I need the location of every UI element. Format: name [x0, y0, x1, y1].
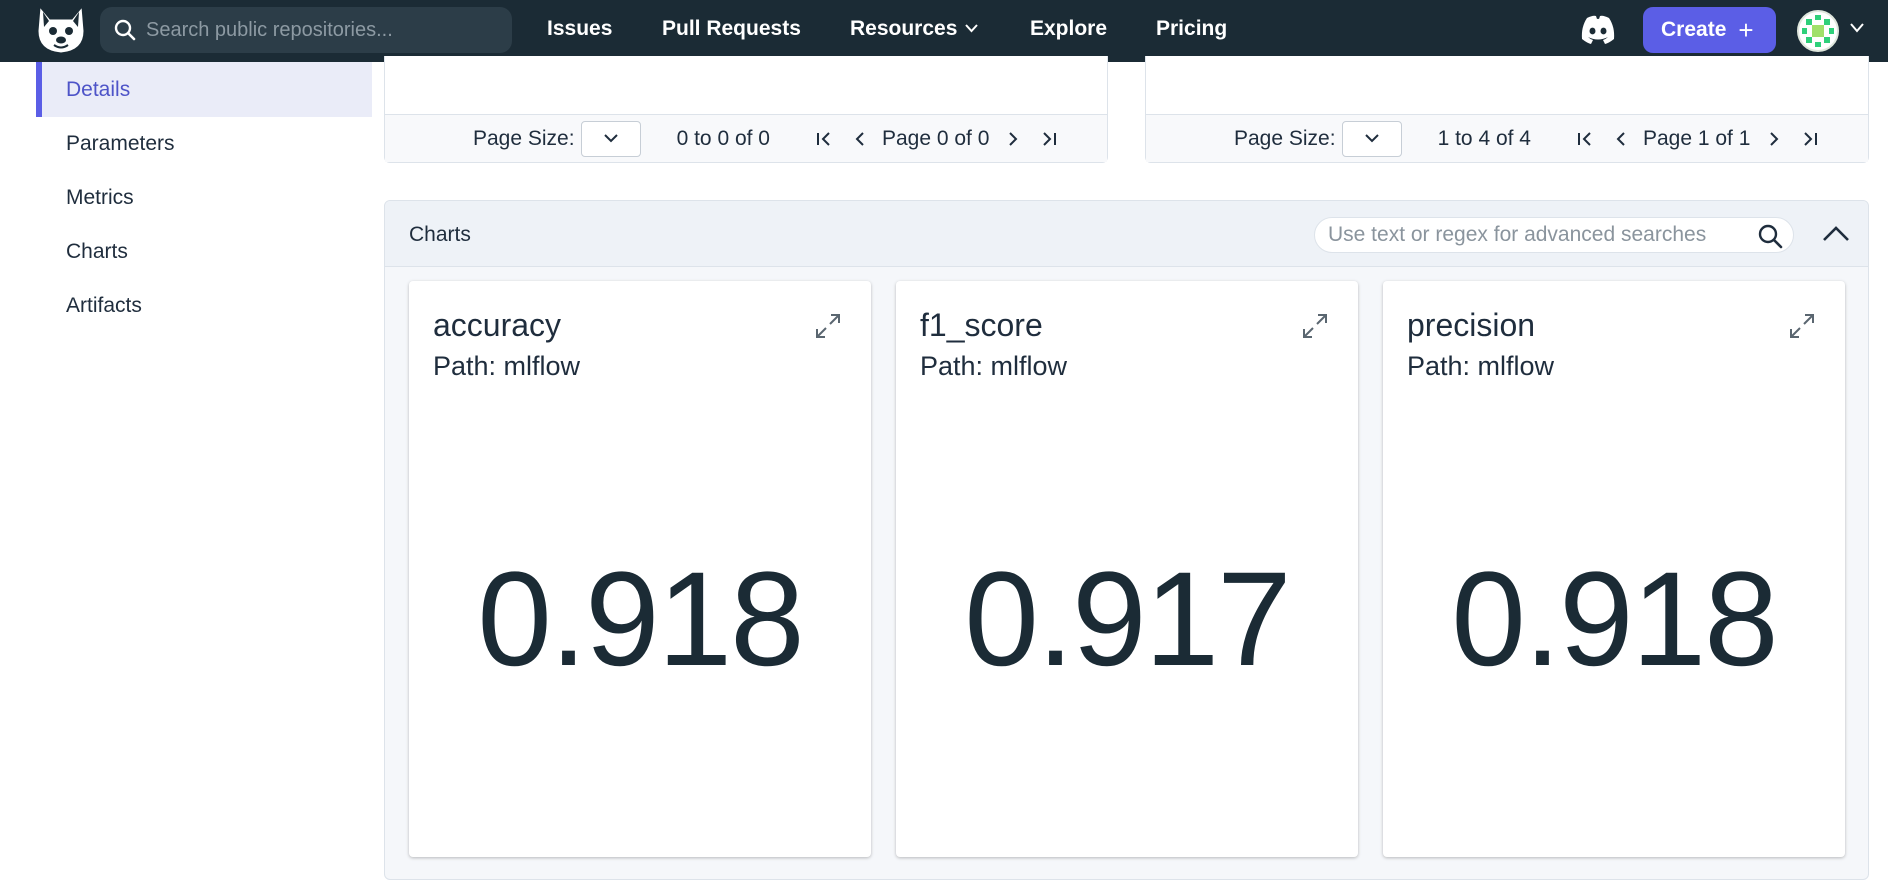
page-size-select[interactable]: [580, 120, 641, 157]
metric-path: Path: mlflow: [920, 351, 1068, 381]
expand-icon[interactable]: [1787, 311, 1817, 341]
page-indicator: Page 1 of 1: [1642, 126, 1751, 150]
nav-resources-label: Resources: [850, 17, 958, 40]
search-icon[interactable]: [1757, 223, 1783, 249]
charts-header: Charts: [385, 201, 1868, 267]
first-page-icon[interactable]: [812, 127, 836, 151]
row-range: 1 to 4 of 4: [1437, 126, 1531, 150]
chevron-down-icon: [1364, 134, 1379, 143]
metric-card-accuracy: accuracy Path: mlflow 0.918: [409, 281, 871, 857]
plus-icon: +: [1738, 14, 1754, 45]
metric-value: 0.918: [1451, 545, 1778, 694]
sidebar-item-metrics[interactable]: Metrics: [36, 171, 372, 225]
page-size-label: Page Size:: [1234, 126, 1336, 150]
account-menu-chevron-icon[interactable]: [1850, 23, 1864, 33]
dog-logo-icon[interactable]: [34, 5, 88, 55]
chevron-up-icon[interactable]: [1821, 221, 1851, 247]
charts-title: Charts: [409, 223, 471, 246]
page-size-label: Page Size:: [473, 126, 575, 150]
sidebar-item-artifacts[interactable]: Artifacts: [36, 279, 372, 333]
metric-path: Path: mlflow: [433, 351, 581, 381]
metric-path: Path: mlflow: [1407, 351, 1555, 381]
create-button[interactable]: Create +: [1643, 7, 1776, 53]
table-pagination: Page Size: 0 to 0 of 0 Page 0 of 0: [385, 114, 1107, 162]
search-icon: [114, 19, 136, 41]
metric-name: accuracy: [433, 307, 562, 343]
metric-card-precision: precision Path: mlflow 0.918: [1383, 281, 1845, 857]
metric-value: 0.918: [477, 545, 804, 694]
first-page-icon[interactable]: [1573, 127, 1597, 151]
row-range: 0 to 0 of 0: [676, 126, 770, 150]
metric-name: f1_score: [920, 307, 1043, 343]
previous-page-icon[interactable]: [848, 127, 872, 151]
nav-pull-requests[interactable]: Pull Requests: [662, 17, 801, 41]
user-avatar[interactable]: [1797, 10, 1839, 52]
previous-page-icon[interactable]: [1609, 127, 1633, 151]
metric-card-f1-score: f1_score Path: mlflow 0.917: [896, 281, 1358, 857]
charts-search-box[interactable]: [1314, 217, 1794, 253]
table-pagination: Page Size: 1 to 4 of 4 Page 1 of 1: [1146, 114, 1868, 162]
charts-section: Charts accuracy Path: mlflow 0.918 f1_sc…: [384, 200, 1869, 880]
sidebar-item-charts[interactable]: Charts: [36, 225, 372, 279]
nav-resources[interactable]: Resources: [850, 17, 979, 41]
metric-name: precision: [1407, 307, 1536, 343]
expand-icon[interactable]: [813, 311, 843, 341]
metric-value: 0.917: [964, 545, 1291, 694]
sidebar-item-parameters[interactable]: Parameters: [36, 117, 372, 171]
run-sidebar: Details Parameters Metrics Charts Artifa…: [36, 62, 372, 333]
nav-issues[interactable]: Issues: [547, 17, 612, 41]
chevron-down-icon: [965, 24, 979, 33]
page-indicator: Page 0 of 0: [881, 126, 990, 150]
charts-search-input[interactable]: [1328, 223, 1748, 247]
metrics-table: Page Size: 1 to 4 of 4 Page 1 of 1: [1145, 56, 1869, 163]
next-page-icon[interactable]: [1762, 127, 1786, 151]
avatar-identicon-icon: [1802, 15, 1834, 47]
nav-pricing[interactable]: Pricing: [1156, 17, 1227, 41]
nav-explore[interactable]: Explore: [1030, 17, 1107, 41]
next-page-icon[interactable]: [1001, 127, 1025, 151]
discord-icon[interactable]: [1579, 14, 1617, 46]
sidebar-item-details[interactable]: Details: [36, 62, 372, 117]
last-page-icon[interactable]: [1798, 127, 1822, 151]
repo-search-input[interactable]: [146, 18, 506, 42]
last-page-icon[interactable]: [1037, 127, 1061, 151]
chevron-down-icon: [603, 134, 618, 143]
top-navigation-bar: Issues Pull Requests Resources Explore P…: [0, 0, 1888, 62]
expand-icon[interactable]: [1300, 311, 1330, 341]
repo-search-box[interactable]: [100, 7, 512, 53]
page-size-select[interactable]: [1341, 120, 1402, 157]
create-button-label: Create: [1661, 18, 1727, 41]
parameters-table: Page Size: 0 to 0 of 0 Page 0 of 0: [384, 56, 1108, 163]
